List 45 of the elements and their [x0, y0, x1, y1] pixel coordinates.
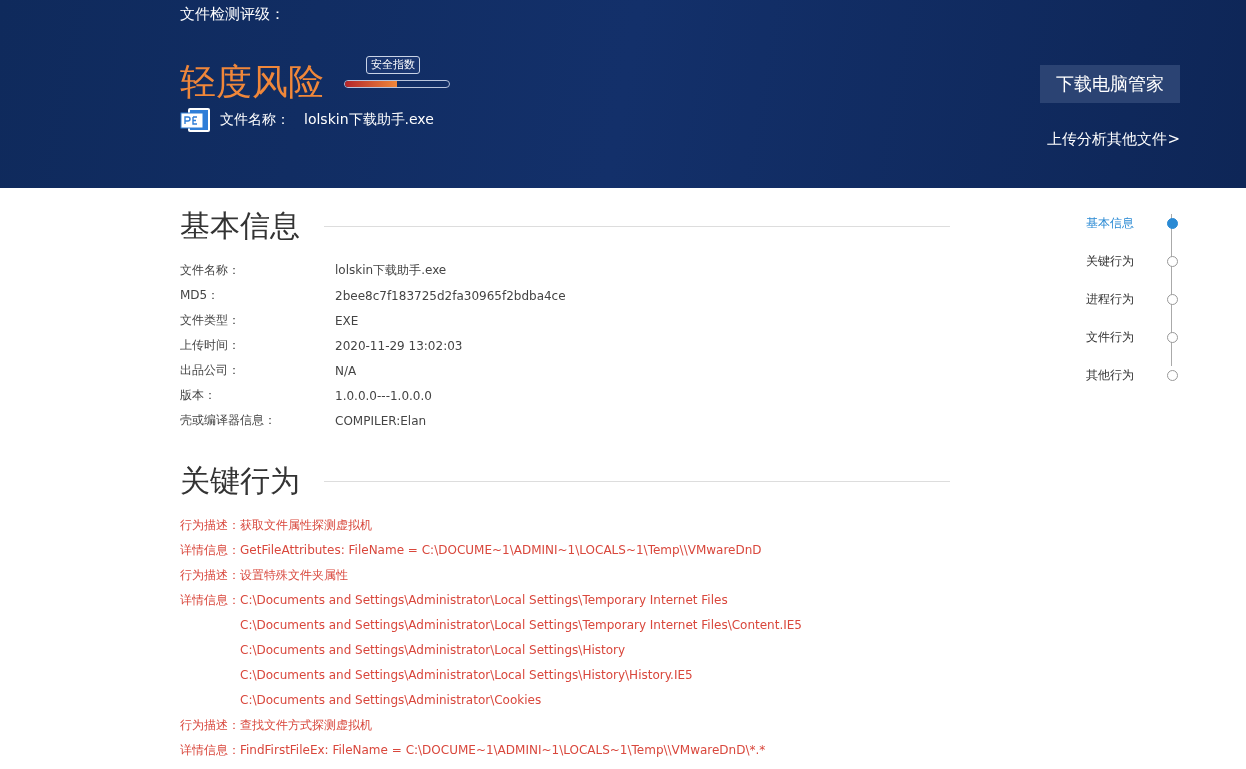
side-nav-item[interactable]: 其他行为	[1086, 356, 1178, 394]
side-nav-item[interactable]: 基本信息	[1086, 204, 1178, 242]
info-value: lolskin下载助手.exe	[335, 262, 448, 279]
rating-label: 文件检测评级：	[180, 4, 286, 24]
side-nav-item[interactable]: 关键行为	[1086, 242, 1178, 280]
behavior-label: 详情信息：	[180, 592, 240, 609]
behavior-label: 详情信息：	[180, 542, 240, 559]
info-label: 上传时间：	[180, 337, 241, 354]
info-label: 壳或编译器信息：	[180, 412, 277, 429]
meter-tooltip: 安全指数	[366, 56, 420, 74]
behavior-text: 设置特殊文件夹属性	[240, 567, 348, 584]
info-value: 2020-11-29 13:02:03	[335, 338, 464, 353]
info-label: MD5：	[180, 287, 221, 304]
info-value: N/A	[335, 363, 358, 378]
behavior-text: GetFileAttributes: FileName = C:\DOCUME~1\ADMINI~1\LOCALS~1\Temp\\VMwareDnD	[240, 542, 762, 559]
info-value: COMPILER:Elan	[335, 413, 428, 428]
file-name-label: 文件名称：	[220, 111, 290, 129]
download-button[interactable]: 下载电脑管家	[1040, 65, 1180, 103]
behavior-text: FindFirstFileEx: FileName = C:\DOCUME~1\ADMINI~1\LOCALS~1\Temp\\VMwareDnD\*.*	[240, 742, 766, 759]
side-nav-item[interactable]: 进程行为	[1086, 280, 1178, 318]
info-label: 文件名称：	[180, 262, 241, 279]
behavior-label: 详情信息：	[180, 742, 240, 759]
upload-link[interactable]: 上传分析其他文件>	[1047, 130, 1180, 149]
info-label: 出品公司：	[180, 362, 241, 379]
behavior-text: C:\Documents and Settings\Administrator\Local Settings\Temporary Internet Files\Content.IE5	[240, 617, 802, 634]
behavior-label: 行为描述：	[180, 517, 240, 534]
behavior-label: 行为描述：	[180, 567, 240, 584]
behavior-text: C:\Documents and Settings\Administrator\Cookies	[240, 692, 543, 709]
file-name: lolskin下载助手.exe	[304, 111, 434, 129]
info-value: 2bee8c7f183725d2fa30965f2bdba4ce	[335, 288, 567, 303]
behavior-text: C:\Documents and Settings\Administrator\Local Settings\History	[240, 642, 627, 659]
info-value: EXE	[335, 313, 360, 328]
behavior-text: C:\Documents and Settings\Administrator\Local Settings\History\History.IE5	[240, 667, 694, 684]
info-label: 版本：	[180, 387, 217, 404]
section-title: 关键行为	[180, 463, 300, 499]
behavior-text: 获取文件属性探测虚拟机	[240, 517, 372, 534]
info-label: 文件类型：	[180, 312, 241, 329]
risk-level: 轻度风险	[180, 60, 324, 104]
info-value: 1.0.0.0---1.0.0.0	[335, 388, 433, 403]
behavior-text: C:\Documents and Settings\Administrator\Local Settings\Temporary Internet Files	[240, 592, 729, 609]
pe-file-icon	[180, 108, 212, 132]
section-title: 基本信息	[180, 208, 300, 244]
behavior-text: 查找文件方式探测虚拟机	[240, 717, 372, 734]
side-nav-item[interactable]: 文件行为	[1086, 318, 1178, 356]
behavior-label: 行为描述：	[180, 717, 240, 734]
